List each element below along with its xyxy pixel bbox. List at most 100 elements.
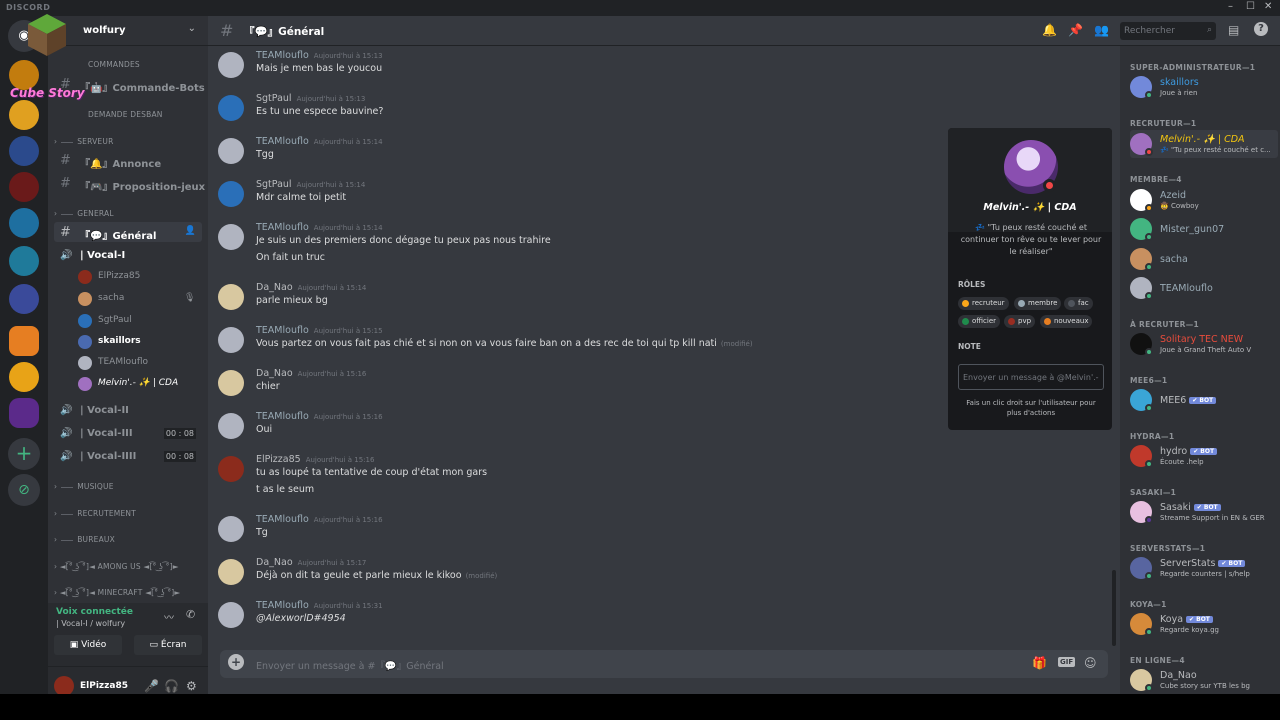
avatar[interactable]: [218, 224, 244, 250]
channel-vocal-2[interactable]: 🔊 | Vocal-II: [54, 400, 202, 420]
avatar[interactable]: [218, 52, 244, 78]
pin-icon[interactable]: 📌: [1068, 23, 1083, 37]
avatar[interactable]: [218, 559, 244, 585]
member-item[interactable]: skaillors Joue à rien: [1130, 73, 1278, 101]
category-demande-desban[interactable]: DEMANDE DESBAN: [88, 110, 163, 119]
inbox-icon[interactable]: ▤: [1228, 23, 1239, 37]
gear-icon[interactable]: ⚙: [186, 679, 197, 693]
member-item[interactable]: TEAMlouflo: [1130, 274, 1278, 302]
message-author[interactable]: TEAMlouflo Aujourd'hui à 15:31: [256, 600, 383, 611]
popout-message-input[interactable]: Envoyer un message à @Melvin'.-: [958, 364, 1104, 390]
minimize-icon[interactable]: –: [1228, 1, 1233, 12]
member-item[interactable]: MEE6 ✔ BOT: [1130, 386, 1278, 414]
avatar[interactable]: [218, 138, 244, 164]
category-minecraft[interactable]: › ◄[͡° ͜ʖ ͡°]◄ MINECRAFT ◄[͡° ͜ʖ ͡°]►: [54, 588, 180, 597]
maximize-icon[interactable]: ☐: [1246, 1, 1255, 12]
category-recrutement[interactable]: › RECRUTEMENT: [54, 509, 136, 518]
gift-icon[interactable]: 🎁: [1032, 656, 1047, 670]
server-icon[interactable]: [9, 208, 39, 238]
bell-icon[interactable]: 🔔: [1042, 23, 1057, 37]
message-author[interactable]: Da_Nao Aujourd'hui à 15:17: [256, 557, 366, 568]
message-author[interactable]: TEAMlouflo Aujourd'hui à 15:16: [256, 514, 383, 525]
category-general[interactable]: › GENERAL: [54, 209, 114, 218]
avatar[interactable]: [218, 181, 244, 207]
search-input[interactable]: Rechercher ⌕: [1120, 22, 1216, 40]
mic-icon[interactable]: 🎤: [144, 679, 159, 693]
channel-general[interactable]: # 『💬』Général 👤: [54, 222, 202, 242]
server-beer-icon[interactable]: [9, 362, 39, 392]
folder-icon[interactable]: [9, 326, 39, 356]
close-icon[interactable]: ✕: [1264, 1, 1272, 12]
avatar[interactable]: [218, 370, 244, 396]
explore-icon[interactable]: ⊘: [8, 474, 40, 506]
emoji-icon[interactable]: ☺: [1084, 656, 1097, 670]
member-item[interactable]: ServerStats ✔ BOT Regarde counters | s/hel…: [1130, 554, 1278, 582]
message-author[interactable]: SgtPaul Aujourd'hui à 15:14: [256, 179, 365, 190]
avatar[interactable]: [218, 456, 244, 482]
channel-vocal-3[interactable]: 🔊 | Vocal-III 00 : 08: [54, 423, 202, 443]
add-attachment-icon[interactable]: +: [228, 654, 244, 670]
avatar[interactable]: [218, 95, 244, 121]
member-item[interactable]: sacha: [1130, 245, 1278, 273]
server-icon[interactable]: [9, 284, 39, 314]
message-author[interactable]: TEAMlouflo Aujourd'hui à 15:14: [256, 222, 383, 233]
message-group[interactable]: Da_Nao Aujourd'hui à 15:17 Déjà on dit ta …: [208, 555, 1108, 598]
category-musique[interactable]: › MUSIQUE: [54, 482, 114, 491]
avatar[interactable]: [218, 413, 244, 439]
message-group[interactable]: TEAMlouflo Aujourd'hui à 15:31 @AlexworlD#…: [208, 598, 1108, 641]
avatar[interactable]: [54, 676, 74, 696]
server-icon[interactable]: [9, 136, 39, 166]
message-author[interactable]: TEAMlouflo Aujourd'hui à 15:13: [256, 50, 383, 61]
avatar[interactable]: [218, 602, 244, 628]
help-icon[interactable]: ?: [1254, 22, 1268, 36]
avatar[interactable]: [218, 516, 244, 542]
message-author[interactable]: TEAMlouflo Aujourd'hui à 15:15: [256, 325, 383, 336]
server-icon[interactable]: [9, 172, 39, 202]
member-item[interactable]: hydro ✔ BOT Écoute .help: [1130, 442, 1278, 470]
voice-channel-label[interactable]: | Vocal-I / wolfury: [56, 619, 125, 628]
channel-vocal-1[interactable]: 🔊 | Vocal-I: [54, 245, 202, 265]
members-icon[interactable]: 👥: [1094, 23, 1109, 37]
headphones-icon[interactable]: 🎧: [164, 679, 179, 693]
channel-vocal-4[interactable]: 🔊 | Vocal-IIII 00 : 08: [54, 446, 202, 466]
message-author[interactable]: SgtPaul Aujourd'hui à 15:13: [256, 93, 365, 104]
chevron-down-icon[interactable]: ⌄: [188, 23, 196, 34]
channel-proposition-jeux[interactable]: # 『🎮』Proposition-jeux: [54, 173, 205, 193]
category-among-us[interactable]: › ◄[͡° ͜ʖ ͡°]◄ AMONG US ◄[͡° ͜ʖ ͡°]►: [54, 562, 179, 571]
member-item[interactable]: Da_Nao Cube story sur YTB les bg: [1130, 666, 1278, 694]
avatar[interactable]: [218, 284, 244, 310]
message-author[interactable]: TEAMlouflo Aujourd'hui à 15:16: [256, 411, 383, 422]
member-item[interactable]: Azeid 🤠 Cowboy: [1130, 186, 1278, 214]
scrollbar[interactable]: [1112, 570, 1116, 646]
message-author[interactable]: ElPizza85 Aujourd'hui à 15:16: [256, 454, 374, 465]
server-icon[interactable]: [9, 246, 39, 276]
category-serveur[interactable]: › SERVEUR: [54, 137, 113, 146]
member-item[interactable]: Mister_gun07: [1130, 215, 1278, 243]
screen-share-button[interactable]: ▭ Écran: [134, 635, 202, 655]
message-author[interactable]: Da_Nao Aujourd'hui à 15:14: [256, 282, 366, 293]
channel-commande-bots[interactable]: # 『🤖』Commande-Bots: [54, 74, 205, 94]
video-button[interactable]: ▣ Vidéo: [54, 635, 122, 655]
message-group[interactable]: ElPizza85 Aujourd'hui à 15:16 tu as loupé …: [208, 452, 1108, 512]
category-bureaux[interactable]: › BUREAUX: [54, 535, 115, 544]
category-commandes[interactable]: COMMANDES: [88, 60, 140, 69]
member-item[interactable]: Sasaki ✔ BOT Streame Support in EN & GER: [1130, 498, 1278, 526]
message-group[interactable]: TEAMlouflo Aujourd'hui à 15:13 Mais je men…: [208, 48, 1108, 91]
message-author[interactable]: Da_Nao Aujourd'hui à 15:16: [256, 368, 366, 379]
message-group[interactable]: TEAMlouflo Aujourd'hui à 15:16 Tg: [208, 512, 1108, 555]
member-item[interactable]: Koya ✔ BOT Regarde koya.gg: [1130, 610, 1278, 638]
add-server-icon[interactable]: +: [8, 438, 40, 470]
gif-icon[interactable]: GIF: [1058, 657, 1076, 667]
guild-header[interactable]: wolfury ⌄: [28, 14, 208, 56]
server-icon[interactable]: [9, 100, 39, 130]
channel-annonce[interactable]: # 『🔔』Annonce: [54, 150, 202, 170]
message-composer[interactable]: + Envoyer un message à #『💬』Général 🎁 GIF…: [220, 650, 1108, 678]
avatar[interactable]: [218, 327, 244, 353]
member-item[interactable]: Melvin'.- ✨ | CDA 💤 "Tu peux resté couché…: [1130, 130, 1278, 158]
member-item[interactable]: Solitary TEC NEW Joue à Grand Theft Auto …: [1130, 330, 1278, 358]
add-member-icon[interactable]: 👤: [185, 226, 196, 236]
server-icon[interactable]: [9, 398, 39, 428]
noise-suppression-icon[interactable]: 〰: [164, 609, 174, 624]
message-author[interactable]: TEAMlouflo Aujourd'hui à 15:14: [256, 136, 383, 147]
disconnect-icon[interactable]: ✆: [186, 608, 195, 621]
